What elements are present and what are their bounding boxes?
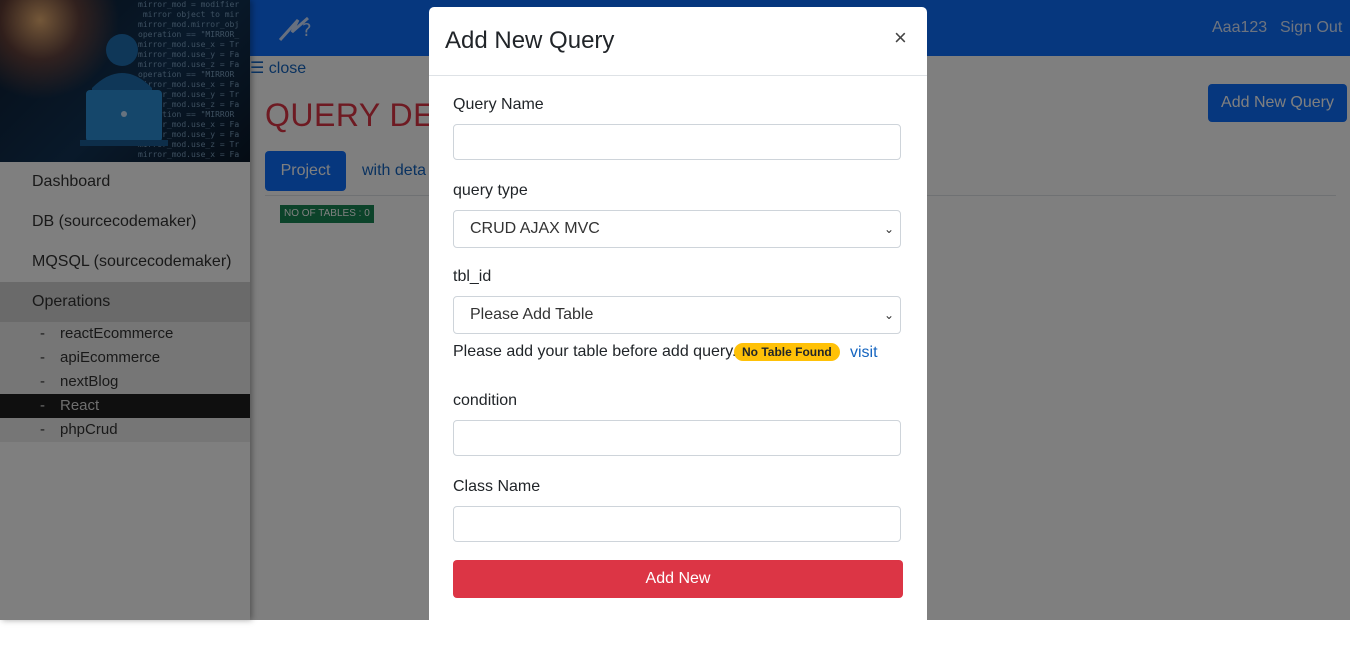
add-new-button[interactable]: Add New [453, 560, 903, 598]
tbl-id-label: tbl_id [453, 268, 492, 285]
query-type-label: query type [453, 182, 528, 199]
modal-title: Add New Query [445, 27, 615, 54]
add-table-hint: Please add your table before add query. [453, 343, 737, 360]
close-icon[interactable]: × [894, 25, 907, 51]
visit-link[interactable]: visit [850, 344, 878, 362]
class-name-label: Class Name [453, 478, 541, 495]
query-type-value: CRUD AJAX MVC [470, 220, 600, 237]
condition-label: condition [453, 392, 518, 409]
chevron-down-icon: ⌄ [883, 222, 894, 236]
query-name-input[interactable] [453, 124, 901, 160]
add-query-modal: Add New Query × Query Name query type CR… [429, 7, 927, 647]
tbl-id-value: Please Add Table [470, 306, 594, 323]
class-name-input[interactable] [453, 506, 901, 542]
query-name-label: Query Name [453, 96, 544, 113]
modal-header: Add New Query × [429, 7, 927, 76]
query-type-select[interactable]: CRUD AJAX MVC ⌄ [453, 210, 901, 248]
no-table-found-badge: No Table Found [734, 343, 840, 361]
chevron-down-icon: ⌄ [883, 308, 894, 322]
tbl-id-select[interactable]: Please Add Table ⌄ [453, 296, 901, 334]
condition-input[interactable] [453, 420, 901, 456]
